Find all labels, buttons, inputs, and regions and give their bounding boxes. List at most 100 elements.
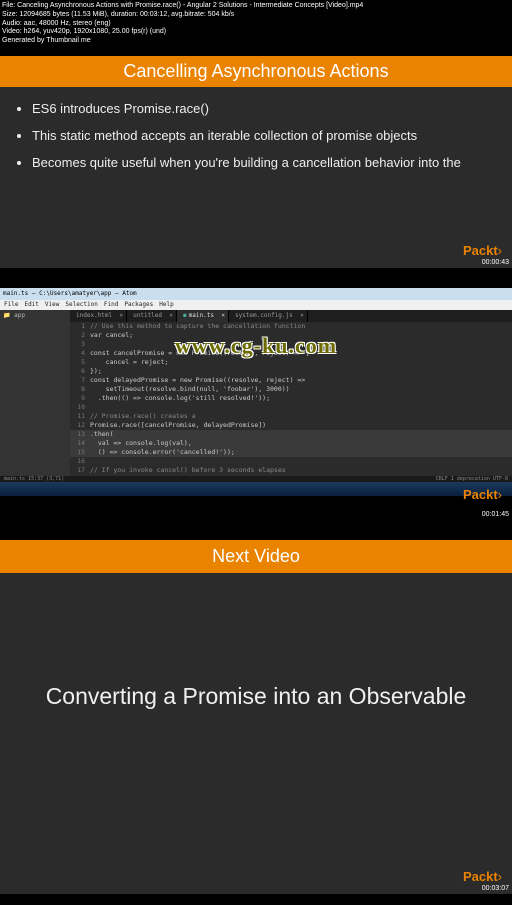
line-number: 17 (70, 466, 90, 475)
slide-title: Cancelling Asynchronous Actions (123, 61, 388, 81)
code-area[interactable]: 1// Use this method to capture the cance… (70, 322, 512, 476)
code-line[interactable]: 13.then( (70, 430, 512, 439)
code-line[interactable]: 14 val => console.log(val), (70, 439, 512, 448)
timestamp-overlay: 00:00:43 (482, 259, 509, 266)
line-number: 4 (70, 349, 90, 358)
code-line[interactable]: 2var cancel; (70, 331, 512, 340)
packt-logo: Packt› (463, 487, 502, 502)
folder-root[interactable]: app (14, 312, 25, 319)
line-number: 11 (70, 412, 90, 421)
code-text: var cancel; (90, 331, 133, 340)
close-icon[interactable]: × (120, 312, 124, 319)
slide-title-bar: Cancelling Asynchronous Actions (0, 56, 512, 87)
editor-tabs[interactable]: index.html× untitled× ●main.ts× system.c… (70, 310, 512, 322)
close-icon[interactable]: × (221, 312, 225, 319)
next-video-label: Next Video (212, 546, 300, 566)
meta-video: Video: h264, yuv420p, 1920x1080, 25.00 f… (2, 28, 510, 37)
tab-index[interactable]: index.html× (70, 310, 127, 322)
folder-icon: 📁 (3, 312, 14, 319)
line-number: 9 (70, 394, 90, 403)
code-line[interactable]: 5 cancel = reject; (70, 358, 512, 367)
timestamp-overlay: 00:03:07 (482, 885, 509, 892)
code-text: Promise.race([cancelPromise, delayedProm… (90, 421, 266, 430)
meta-generator: Generated by Thumbnail me (2, 37, 510, 46)
menu-edit[interactable]: Edit (24, 301, 38, 308)
line-number: 15 (70, 448, 90, 457)
code-line[interactable]: 16 (70, 457, 512, 466)
next-video-bar: Next Video (0, 540, 512, 573)
window-titlebar: main.ts — C:\Users\amatyer\app — Atom (0, 288, 512, 300)
tab-untitled[interactable]: untitled× (127, 310, 177, 322)
file-metadata: File: Canceling Asynchronous Actions wit… (0, 0, 512, 56)
file-tree[interactable]: 📁 app (0, 310, 70, 476)
line-number: 13 (70, 430, 90, 439)
code-line[interactable]: 12Promise.race([cancelPromise, delayedPr… (70, 421, 512, 430)
line-number: 7 (70, 376, 90, 385)
slide-bullets: ES6 introduces Promise.race() This stati… (0, 87, 512, 170)
tab-system[interactable]: system.config.js× (229, 310, 308, 322)
line-number: 8 (70, 385, 90, 394)
packt-logo: Packt› (463, 243, 502, 258)
code-line[interactable]: 9 .then(() => console.log('still resolve… (70, 394, 512, 403)
line-number: 3 (70, 340, 90, 349)
meta-file: File: Canceling Asynchronous Actions wit… (2, 2, 510, 11)
code-line[interactable]: 1// Use this method to capture the cance… (70, 322, 512, 331)
line-number: 5 (70, 358, 90, 367)
code-text: cancel = reject; (90, 358, 168, 367)
code-line[interactable]: 6}); (70, 367, 512, 376)
code-text: const delayedPromise = new Promise((reso… (90, 376, 305, 385)
code-line[interactable]: 8 setTimeout(resolve.bind(null, 'foobar'… (70, 385, 512, 394)
code-line[interactable]: 10 (70, 403, 512, 412)
code-text: .then( (90, 430, 113, 439)
close-icon[interactable]: × (300, 312, 304, 319)
code-text: }); (90, 367, 102, 376)
menu-view[interactable]: View (45, 301, 59, 308)
code-text: // Promise.race() creates a (90, 412, 196, 421)
line-number: 14 (70, 439, 90, 448)
menu-selection[interactable]: Selection (65, 301, 98, 308)
window-title: main.ts — C:\Users\amatyer\app — Atom (3, 290, 137, 297)
thumbnail-3: Next Video Converting a Promise into an … (0, 540, 512, 894)
bullet-item: Becomes quite useful when you're buildin… (32, 155, 512, 170)
code-line[interactable]: 4const cancelPromise = new Promise((reso… (70, 349, 512, 358)
close-icon[interactable]: × (169, 312, 173, 319)
code-text: val => console.log(val), (90, 439, 192, 448)
next-video-title: Converting a Promise into an Observable (0, 683, 512, 710)
meta-size: Size: 12094685 bytes (11.53 MiB), durati… (2, 11, 510, 20)
line-number: 2 (70, 331, 90, 340)
code-text: .then(() => console.log('still resolved!… (90, 394, 270, 403)
code-line[interactable]: 17// If you invoke cancel() before 3 sec… (70, 466, 512, 475)
line-number: 10 (70, 403, 90, 412)
bullet-item: This static method accepts an iterable c… (32, 128, 512, 143)
bullet-item: ES6 introduces Promise.race() (32, 101, 512, 116)
code-text: const cancelPromise = new Promise((resol… (90, 349, 309, 358)
menu-help[interactable]: Help (159, 301, 173, 308)
packt-logo: Packt› (463, 869, 502, 884)
code-text: // Use this method to capture the cancel… (90, 322, 305, 331)
code-line[interactable]: 15 () => console.error('cancelled!')); (70, 448, 512, 457)
line-number: 16 (70, 457, 90, 466)
menu-file[interactable]: File (4, 301, 18, 308)
thumbnail-1: Cancelling Asynchronous Actions ES6 intr… (0, 56, 512, 268)
code-text: setTimeout(resolve.bind(null, 'foobar'),… (90, 385, 290, 394)
code-text: // If you invoke cancel() before 3 secon… (90, 466, 286, 475)
line-number: 1 (70, 322, 90, 331)
code-text: () => console.error('cancelled!')); (90, 448, 235, 457)
dot-icon: ● (183, 312, 187, 319)
code-line[interactable]: 3 (70, 340, 512, 349)
line-number: 6 (70, 367, 90, 376)
menu-find[interactable]: Find (104, 301, 118, 308)
code-line[interactable]: 11// Promise.race() creates a (70, 412, 512, 421)
menu-bar[interactable]: File Edit View Selection Find Packages H… (0, 300, 512, 310)
thumbnail-2: main.ts — C:\Users\amatyer\app — Atom Fi… (0, 288, 512, 520)
separator (0, 520, 512, 540)
meta-audio: Audio: aac, 48000 Hz, stereo (eng) (2, 20, 510, 29)
menu-packages[interactable]: Packages (124, 301, 153, 308)
separator (0, 268, 512, 288)
code-editor: main.ts — C:\Users\amatyer\app — Atom Fi… (0, 288, 512, 496)
code-line[interactable]: 7const delayedPromise = new Promise((res… (70, 376, 512, 385)
windows-taskbar[interactable] (0, 482, 512, 496)
tab-main[interactable]: ●main.ts× (177, 310, 229, 322)
timestamp-overlay: 00:01:45 (482, 511, 509, 518)
line-number: 12 (70, 421, 90, 430)
